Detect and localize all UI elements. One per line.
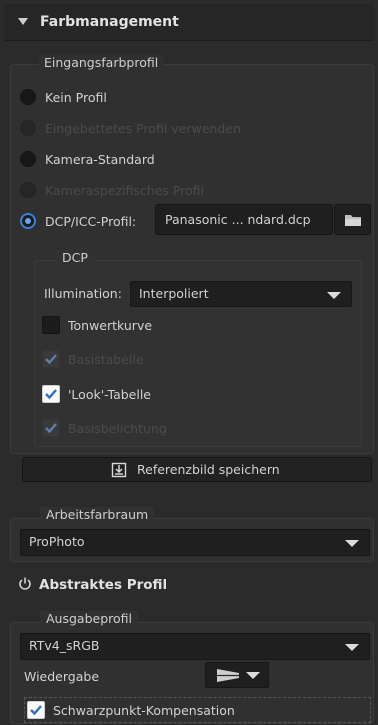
chevron-down-icon bbox=[246, 672, 260, 679]
radio-no-profile[interactable]: Kein Profil bbox=[20, 86, 107, 108]
checkbox-base-table[interactable]: Basistabelle bbox=[42, 348, 144, 370]
radio-label: Kamera-Standard bbox=[45, 151, 155, 167]
checkbox-blackpoint-compensation[interactable]: Schwarzpunkt-Kompensation bbox=[24, 697, 371, 723]
checkbox-box bbox=[42, 316, 60, 334]
checkbox-look-table[interactable]: 'Look'-Tabelle bbox=[42, 383, 151, 405]
checkbox-label: Schwarzpunkt-Kompensation bbox=[53, 702, 235, 718]
radio-label: Kein Profil bbox=[45, 89, 107, 105]
radio-label: Eingebettetes Profil verwenden bbox=[45, 120, 241, 136]
working-space-select[interactable]: ProPhoto bbox=[20, 529, 370, 556]
checkbox-box bbox=[42, 350, 60, 368]
checkmark-icon bbox=[45, 354, 57, 365]
checkbox-tone-curve[interactable]: Tonwertkurve bbox=[42, 314, 152, 336]
radio-camera-specific[interactable]: Kameraspezifisches Profil bbox=[20, 179, 204, 201]
panel-title: Farbmanagement bbox=[40, 14, 179, 30]
radio-circle bbox=[20, 151, 36, 167]
profile-file-button[interactable]: Panasonic ... ndard.dcp bbox=[155, 204, 333, 235]
checkbox-label: 'Look'-Tabelle bbox=[68, 386, 152, 402]
radio-embedded-profile[interactable]: Eingebettetes Profil verwenden bbox=[20, 117, 241, 139]
radio-label: Kameraspezifisches Profil bbox=[45, 182, 205, 198]
chevron-down-icon bbox=[327, 292, 341, 299]
abstract-profile-header[interactable]: Abstraktes Profil bbox=[0, 572, 378, 598]
folder-icon bbox=[345, 215, 361, 226]
rendering-label: Wiedergabe bbox=[24, 669, 100, 684]
radio-circle bbox=[20, 120, 36, 136]
dcp-legend: DCP bbox=[56, 250, 94, 265]
save-reference-icon bbox=[111, 462, 127, 478]
checkbox-label: Basisbelichtung bbox=[68, 420, 167, 436]
output-profile-legend: Ausgabeprofil bbox=[40, 611, 138, 626]
illumination-select[interactable]: Interpoliert bbox=[130, 281, 352, 307]
checkbox-box bbox=[27, 701, 45, 719]
input-profile-legend: Eingangsfarbprofil bbox=[38, 55, 165, 70]
checkbox-label: Tonwertkurve bbox=[68, 317, 153, 333]
open-folder-button[interactable] bbox=[334, 204, 371, 235]
radio-camera-standard[interactable]: Kamera-Standard bbox=[20, 148, 155, 170]
radio-label: DCP/ICC-Profil: bbox=[45, 213, 137, 229]
illumination-value: Interpoliert bbox=[139, 286, 209, 301]
checkbox-box bbox=[42, 385, 60, 403]
checkbox-base-exposure[interactable]: Basisbelichtung bbox=[42, 417, 167, 439]
save-reference-image-button[interactable]: Referenzbild speichern bbox=[22, 457, 372, 482]
radio-circle-selected bbox=[20, 213, 36, 229]
panel-header[interactable]: Farbmanagement bbox=[4, 4, 374, 41]
chevron-down-icon bbox=[345, 644, 359, 651]
checkmark-icon bbox=[45, 423, 57, 434]
radio-circle bbox=[20, 89, 36, 105]
collapse-triangle-icon bbox=[18, 18, 28, 25]
checkbox-label: Basistabelle bbox=[68, 351, 144, 367]
rendering-intent-select[interactable] bbox=[205, 662, 269, 688]
profile-file-name: Panasonic ... ndard.dcp bbox=[165, 212, 311, 227]
working-space-value: ProPhoto bbox=[29, 534, 85, 549]
abstract-profile-title: Abstraktes Profil bbox=[39, 577, 168, 593]
checkmark-icon bbox=[45, 389, 57, 400]
working-space-legend: Arbeitsfarbraum bbox=[40, 507, 155, 522]
chevron-down-icon bbox=[345, 540, 359, 547]
checkbox-box bbox=[42, 419, 60, 437]
radio-circle bbox=[20, 182, 36, 198]
save-reference-label: Referenzbild speichern bbox=[137, 462, 280, 477]
illumination-label: Illumination: bbox=[44, 286, 122, 301]
output-profile-select[interactable]: RTv4_sRGB bbox=[20, 633, 370, 660]
output-profile-value: RTv4_sRGB bbox=[29, 638, 100, 653]
rendering-intent-icon bbox=[217, 669, 239, 682]
radio-dcp-icc-profile[interactable]: DCP/ICC-Profil: bbox=[20, 210, 136, 232]
checkmark-icon bbox=[30, 705, 42, 716]
power-icon[interactable] bbox=[18, 576, 32, 591]
